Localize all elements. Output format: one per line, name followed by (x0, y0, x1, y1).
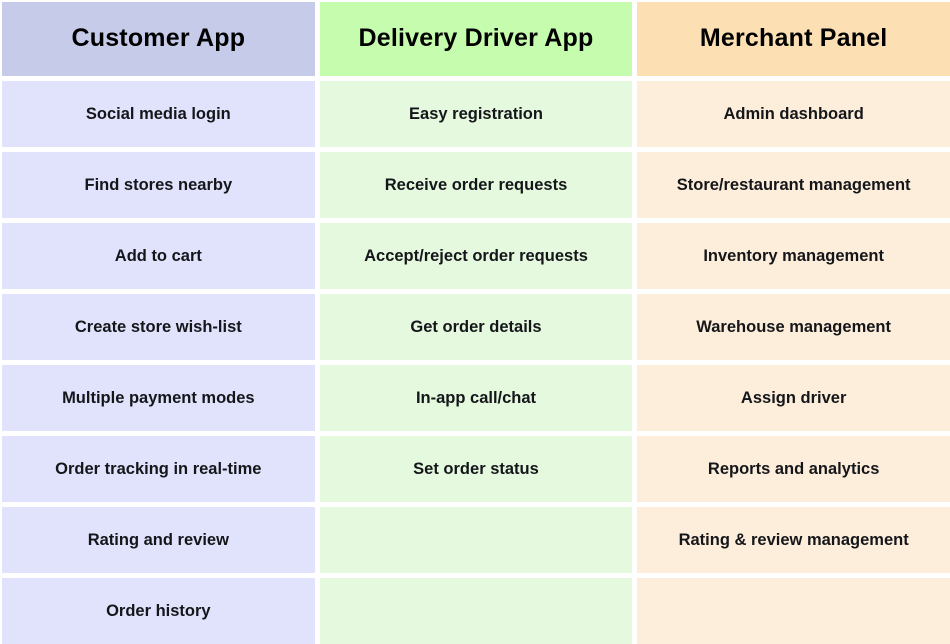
table-cell-merchant-panel: Store/restaurant management (637, 152, 950, 218)
table-cell-delivery-driver-app: Set order status (319, 436, 633, 502)
table-cell-customer-app: Order tracking in real-time (2, 436, 315, 502)
column-header-merchant-panel: Merchant Panel (637, 2, 950, 76)
table-cell-merchant-panel: Assign driver (637, 365, 950, 431)
table-cell-customer-app: Create store wish-list (2, 294, 315, 360)
table-cell-merchant-panel: Rating & review management (637, 507, 950, 573)
table-cell-customer-app: Find stores nearby (2, 152, 315, 218)
table-cell-customer-app: Order history (2, 578, 315, 644)
feature-comparison-table: Customer App Delivery Driver App Merchant … (0, 0, 950, 644)
table-cell-delivery-driver-app: Accept/reject order requests (319, 223, 633, 289)
table-cell-customer-app: Social media login (2, 81, 315, 147)
table-cell-empty (319, 507, 633, 573)
table-cell-customer-app: Multiple payment modes (2, 365, 315, 431)
table-cell-customer-app: Add to cart (2, 223, 315, 289)
table-cell-merchant-panel: Inventory management (637, 223, 950, 289)
table-cell-delivery-driver-app: Receive order requests (319, 152, 633, 218)
column-header-delivery-driver-app: Delivery Driver App (319, 2, 633, 76)
table-cell-empty (319, 578, 633, 644)
table-cell-empty (637, 578, 950, 644)
table-cell-delivery-driver-app: Get order details (319, 294, 633, 360)
table-cell-delivery-driver-app: In-app call/chat (319, 365, 633, 431)
table-cell-delivery-driver-app: Easy registration (319, 81, 633, 147)
column-header-customer-app: Customer App (2, 2, 315, 76)
table-cell-merchant-panel: Warehouse management (637, 294, 950, 360)
table-cell-merchant-panel: Reports and analytics (637, 436, 950, 502)
table-cell-customer-app: Rating and review (2, 507, 315, 573)
table-cell-merchant-panel: Admin dashboard (637, 81, 950, 147)
